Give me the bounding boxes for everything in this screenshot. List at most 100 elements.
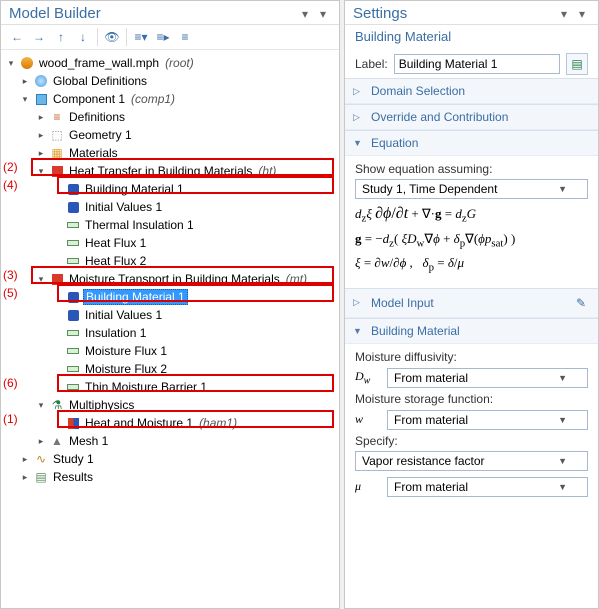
tree-mt-mf1[interactable]: Moisture Flux 1 [1, 342, 339, 360]
model-builder-title: Model Builder [9, 5, 295, 22]
domain-icon [65, 289, 81, 305]
label: Initial Values 1 [83, 308, 164, 322]
label: Multiphysics [67, 398, 136, 412]
tree-mesh[interactable]: ▸ ▲ Mesh 1 [1, 432, 339, 450]
tree-mt-physics[interactable]: ▾ Moisture Transport in Building Materia… [1, 270, 339, 288]
panel-menu-icon[interactable]: ▾ [315, 6, 331, 22]
tree-multiphysics[interactable]: ▾ ⚗ Multiphysics [1, 396, 339, 414]
mu-symbol: μ [355, 479, 379, 494]
pin-icon[interactable]: ▾ [556, 6, 572, 22]
nav-forward-button[interactable]: → [29, 27, 49, 47]
equation-2: g = −dz( ξDw∇ϕ + δp∇(ϕpsat) ) [355, 231, 588, 250]
expand-icon[interactable]: ▸ [35, 112, 47, 123]
tree-menu-button[interactable]: ≡ [175, 27, 195, 47]
tree-mt-mf2[interactable]: Moisture Flux 2 [1, 360, 339, 378]
tree-ham1[interactable]: Heat and Moisture 1 (ham1) [1, 414, 339, 432]
collapse-button[interactable]: ≡▾ [131, 27, 151, 47]
label: Heat Flux 1 [83, 236, 148, 250]
label: Geometry 1 [67, 128, 134, 142]
tree-component[interactable]: ▾ Component 1 (comp1) [1, 90, 339, 108]
expand-icon[interactable]: ▸ [19, 454, 31, 465]
boundary-icon [65, 325, 81, 341]
expand-icon[interactable]: ▾ [35, 166, 47, 177]
expand-icon[interactable]: ▸ [35, 148, 47, 159]
model-builder-header: Model Builder ▾ ▾ [1, 1, 339, 25]
expand-icon[interactable]: ▸ [35, 436, 47, 447]
boundary-icon [65, 235, 81, 251]
tree-ht-iv1[interactable]: Initial Values 1 [1, 198, 339, 216]
hint: (mt) [286, 272, 307, 286]
expand-icon[interactable]: ▸ [19, 76, 31, 87]
expand-icon[interactable]: ▾ [19, 94, 31, 105]
pin-icon[interactable]: ▾ [297, 6, 313, 22]
expand-icon[interactable]: ▸ [35, 130, 47, 141]
label: Heat Flux 2 [83, 254, 148, 268]
section-title: Domain Selection [371, 84, 465, 98]
root-hint: (root) [165, 56, 194, 70]
tree-ht-hf2[interactable]: Heat Flux 2 [1, 252, 339, 270]
label-input[interactable] [394, 54, 560, 74]
mu-select[interactable]: From material ▼ [387, 477, 588, 497]
tree-global-definitions[interactable]: ▸ Global Definitions [1, 72, 339, 90]
md-select[interactable]: From material ▼ [387, 368, 588, 388]
section-header-model-input[interactable]: ▷ Model Input ✎ [345, 289, 598, 318]
settings-header: Settings ▾ ▾ [345, 1, 598, 25]
expand-icon[interactable]: ▾ [35, 274, 47, 285]
tree-ht-physics[interactable]: ▾ Heat Transfer in Building Materials (h… [1, 162, 339, 180]
label: Thermal Insulation 1 [83, 218, 196, 232]
nav-back-button[interactable]: ← [7, 27, 27, 47]
boundary-icon [65, 343, 81, 359]
tree-ht-ti1[interactable]: Thermal Insulation 1 [1, 216, 339, 234]
tree-mt-ins1[interactable]: Insulation 1 [1, 324, 339, 342]
specify-select[interactable]: Vapor resistance factor ▼ [355, 451, 588, 471]
tree-study[interactable]: ▸ ∿ Study 1 [1, 450, 339, 468]
create-selection-button[interactable]: ▤ [566, 53, 588, 75]
domain-icon [65, 199, 81, 215]
model-icon [19, 55, 35, 71]
nav-down-button[interactable]: ↓ [73, 27, 93, 47]
tree-geometry[interactable]: ▸ ⬚ Geometry 1 [1, 126, 339, 144]
label: Global Definitions [51, 74, 149, 88]
tree-mt-tmb1[interactable]: Thin Moisture Barrier 1 [1, 378, 339, 396]
nav-up-button[interactable]: ↑ [51, 27, 71, 47]
domain-icon [65, 181, 81, 197]
section-domain-selection: ▷ Domain Selection [345, 78, 598, 104]
assume-select[interactable]: Study 1, Time Dependent ▼ [355, 179, 588, 199]
coupling-icon [65, 415, 81, 431]
label: Study 1 [51, 452, 96, 466]
multiphysics-icon: ⚗ [49, 397, 65, 413]
model-tree[interactable]: ▾ wood_frame_wall.mph (root) ▸ Global De… [1, 50, 339, 608]
chevron-down-icon: ▼ [558, 456, 567, 466]
md-symbol: Dw [355, 369, 379, 386]
tree-mt-iv1[interactable]: Initial Values 1 [1, 306, 339, 324]
label-caption: Label: [355, 57, 388, 71]
msf-select[interactable]: From material ▼ [387, 410, 588, 430]
tree-materials[interactable]: ▸ ▦ Materials [1, 144, 339, 162]
tree-ht-bm1[interactable]: Building Material 1 [1, 180, 339, 198]
tree-results[interactable]: ▸ ▤ Results [1, 468, 339, 486]
section-header-bm[interactable]: ▼ Building Material [345, 319, 598, 344]
expand-icon[interactable]: ▾ [5, 58, 17, 69]
section-header-equation[interactable]: ▼ Equation [345, 131, 598, 156]
tree-mt-bm1[interactable]: Building Material 1 [1, 288, 339, 306]
section-header-override[interactable]: ▷ Override and Contribution [345, 105, 598, 130]
chevron-right-icon: ▷ [353, 86, 365, 97]
expand-button[interactable]: ≡▸ [153, 27, 173, 47]
show-button[interactable]: 👁 [102, 27, 122, 47]
panel-menu-icon[interactable]: ▾ [574, 6, 590, 22]
expand-icon[interactable]: ▸ [19, 472, 31, 483]
edit-icon[interactable]: ✎ [572, 294, 590, 312]
mesh-icon: ▲ [49, 433, 65, 449]
label: Moisture Transport in Building Materials [67, 272, 282, 286]
expand-icon[interactable]: ▾ [35, 400, 47, 411]
section-header-domain[interactable]: ▷ Domain Selection [345, 79, 598, 104]
label: Moisture Flux 2 [83, 362, 169, 376]
tree-definitions[interactable]: ▸ ≡ Definitions [1, 108, 339, 126]
msf-label: Moisture storage function: [355, 392, 588, 406]
tree-ht-hf1[interactable]: Heat Flux 1 [1, 234, 339, 252]
section-title: Equation [371, 136, 418, 150]
results-icon: ▤ [33, 469, 49, 485]
tree-root[interactable]: ▾ wood_frame_wall.mph (root) [1, 54, 339, 72]
chevron-right-icon: ▷ [353, 297, 365, 308]
equation-body: Show equation assuming: Study 1, Time De… [345, 156, 598, 288]
